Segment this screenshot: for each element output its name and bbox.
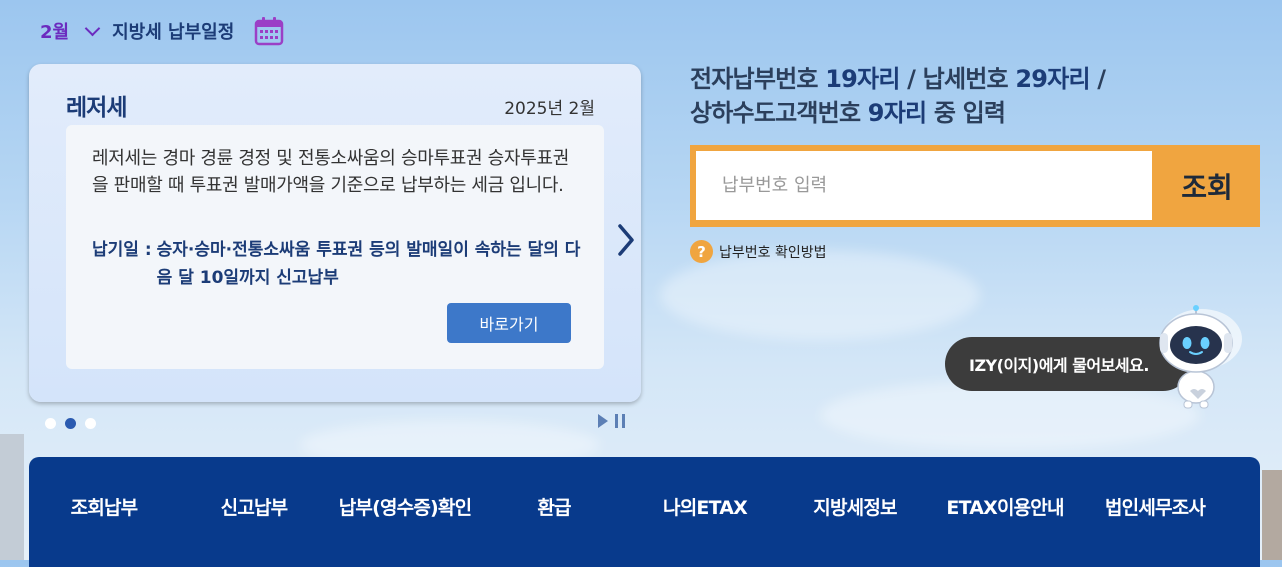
main-navigation: 조회납부 신고납부 납부(영수증)확인 환급 나의ETAX 지방세정보 ETAX… (29, 457, 1260, 567)
background-building (0, 434, 24, 560)
card-title: 레저세 (66, 95, 127, 121)
due-date-text: 승자·승마·전통소싸움 투표권 등의 발매일이 속하는 달의 다음 달 10일까… (156, 240, 581, 288)
nav-item-report-payment[interactable]: 신고납부 (221, 493, 289, 520)
go-button[interactable]: 바로가기 (447, 303, 571, 343)
due-date-info: 납기일 : 승자·승마·전통소싸움 투표권 등의 발매일이 속하는 달의 다음 … (92, 236, 592, 292)
payment-number-input[interactable] (696, 151, 1152, 220)
payment-number-help-link[interactable]: ? 납부번호 확인방법 (690, 240, 827, 263)
title-text: 상하수도고객번호 (690, 99, 868, 127)
nav-item-etax-guide[interactable]: ETAX이용안내 (946, 493, 1064, 520)
title-text: 중 입력 (926, 99, 1006, 127)
title-text: / 납세번호 (899, 65, 1016, 93)
card-date: 2025년 2월 (504, 99, 595, 119)
title-text: 전자납부번호 (690, 65, 826, 93)
nav-item-corporate-audit[interactable]: 법인세무조사 (1105, 493, 1206, 520)
payment-search-box: 조회 (690, 145, 1260, 227)
nav-item-local-tax-info[interactable]: 지방세정보 (813, 493, 897, 520)
question-icon: ? (690, 240, 713, 263)
tax-description: 레저세는 경마 경륜 경정 및 전통소싸움의 승마투표권 승자투표권을 판매할 … (92, 148, 569, 196)
robot-mascot-icon[interactable] (1150, 305, 1254, 409)
calendar-icon[interactable] (254, 16, 284, 46)
slide-dot[interactable] (85, 418, 96, 429)
background-cloud (660, 250, 980, 340)
slide-dot[interactable] (45, 418, 56, 429)
search-button[interactable]: 조회 (1154, 145, 1260, 227)
next-slide-arrow-icon[interactable] (610, 220, 640, 260)
slide-controls (598, 414, 625, 428)
background-building (1262, 470, 1282, 560)
title-text: / (1089, 65, 1106, 93)
card-content: 레저세는 경마 경륜 경정 및 전통소싸움의 승마투표권 승자투표권을 판매할 … (66, 125, 604, 369)
payment-search-title: 전자납부번호 19자리 / 납세번호 29자리 / 상하수도고객번호 9자리 중… (690, 62, 1106, 130)
nav-item-my-etax[interactable]: 나의ETAX (663, 493, 748, 520)
play-icon[interactable] (598, 414, 608, 428)
schedule-title[interactable]: 지방세 납부일정 (112, 18, 234, 44)
schedule-bar: 2월 지방세 납부일정 (40, 16, 284, 46)
nav-item-receipt-check[interactable]: 납부(영수증)확인 (339, 493, 472, 520)
nav-item-inquiry-payment[interactable]: 조회납부 (71, 493, 139, 520)
nav-item-refund[interactable]: 환급 (537, 493, 571, 520)
help-link-text[interactable]: 납부번호 확인방법 (719, 242, 827, 262)
title-number: 29자리 (1015, 65, 1090, 93)
due-date-label: 납기일 : (92, 240, 152, 260)
title-number: 9자리 (867, 99, 927, 127)
month-selector[interactable]: 2월 (40, 18, 69, 44)
title-number: 19자리 (825, 65, 900, 93)
pause-icon[interactable] (615, 414, 625, 428)
slide-indicator (45, 418, 105, 429)
tax-info-card: 레저세 2025년 2월 레저세는 경마 경륜 경정 및 전통소싸움의 승마투표… (29, 64, 641, 402)
slide-dot-active[interactable] (65, 418, 76, 429)
chevron-down-icon[interactable] (84, 20, 101, 36)
